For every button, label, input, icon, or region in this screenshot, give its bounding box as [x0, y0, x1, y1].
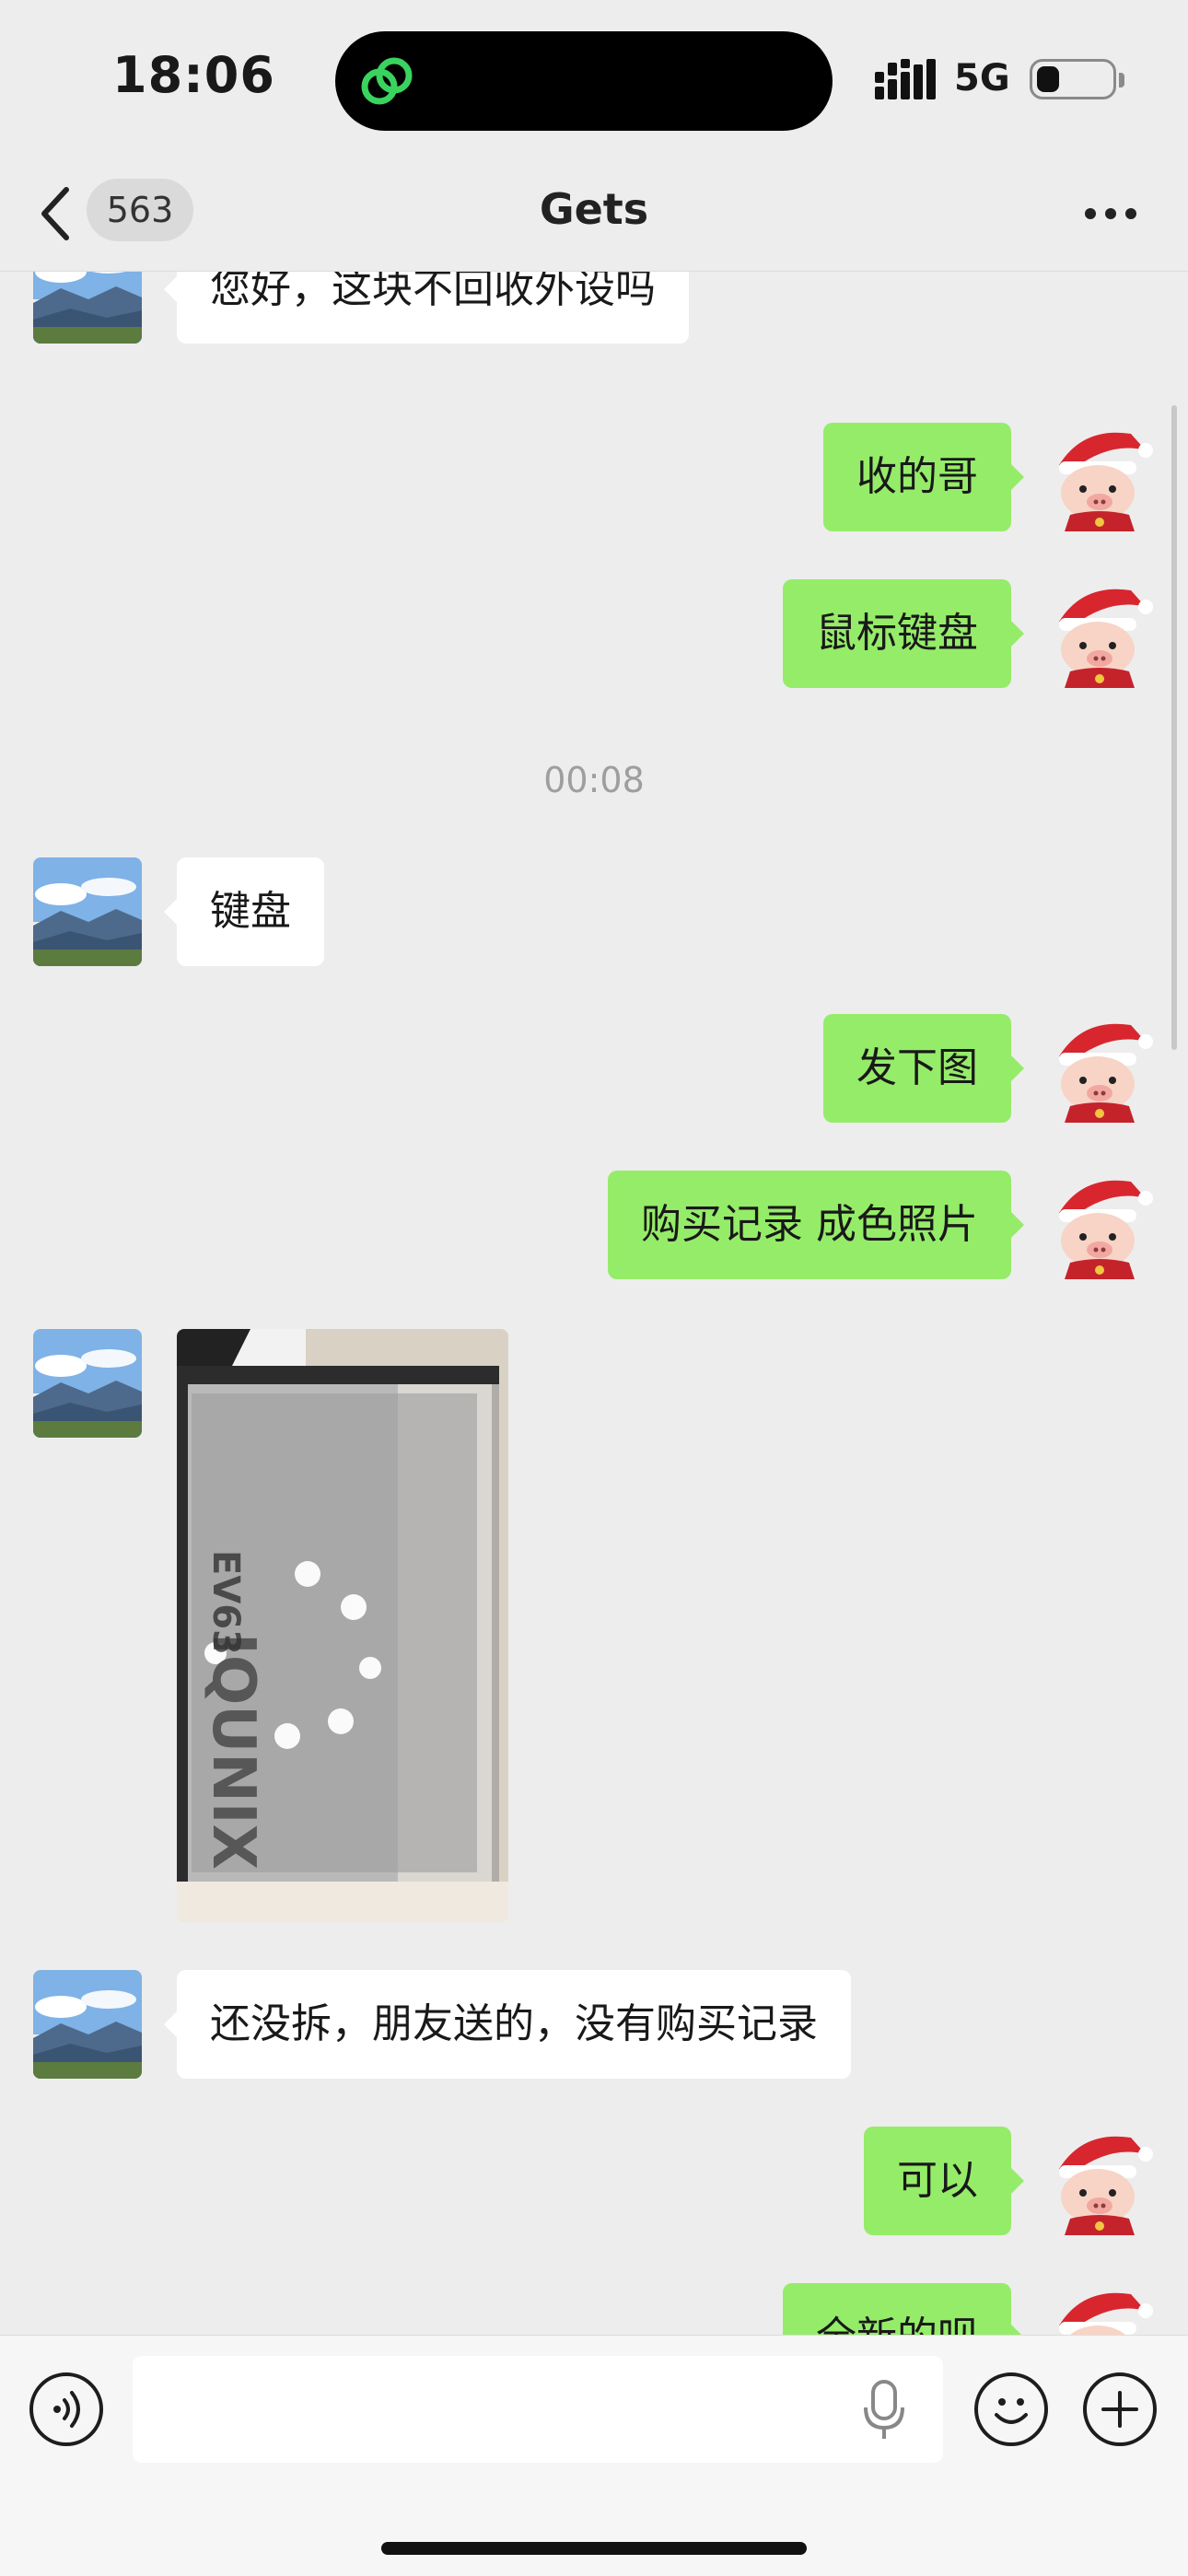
- photo-brand-text: IQUNIX: [199, 1633, 267, 1870]
- emoji-icon[interactable]: [974, 2372, 1048, 2446]
- contact-avatar[interactable]: [33, 1329, 142, 1438]
- status-bar: 18:06 5G: [0, 0, 1188, 157]
- message-row: 可以: [0, 2127, 1188, 2235]
- message-bubble[interactable]: 发下图: [823, 1014, 1024, 1123]
- message-bubble[interactable]: 还没拆，朋友送的，没有购买记录: [164, 1970, 851, 2079]
- message-bubble[interactable]: 收的哥: [823, 423, 1024, 531]
- my-avatar[interactable]: [1046, 1171, 1155, 1279]
- message-row: 收的哥: [0, 423, 1188, 531]
- message-row: 键盘: [0, 857, 1188, 966]
- input-bar: [0, 2335, 1188, 2576]
- plus-icon[interactable]: [1083, 2372, 1157, 2446]
- chat-title: Gets: [539, 184, 649, 234]
- battery-icon: [1030, 59, 1124, 99]
- message-bubble[interactable]: 全新的呗: [783, 2283, 1024, 2335]
- my-avatar[interactable]: [1046, 423, 1155, 531]
- message-timestamp: 00:08: [543, 760, 645, 800]
- message-bubble[interactable]: 可以: [864, 2127, 1024, 2235]
- message-row: 发下图: [0, 1014, 1188, 1123]
- message-row: 购买记录 成色照片: [0, 1171, 1188, 1279]
- message-input[interactable]: [133, 2356, 943, 2463]
- message-row: 全新的呗: [0, 2283, 1188, 2335]
- more-dots-icon[interactable]: [1085, 208, 1136, 221]
- contact-avatar[interactable]: [33, 857, 142, 966]
- contact-avatar[interactable]: [33, 272, 142, 344]
- photo-model-text: EV63: [204, 1550, 247, 1655]
- home-indicator[interactable]: [381, 2542, 807, 2555]
- wechat-link-icon: [361, 57, 413, 105]
- network-type: 5G: [954, 57, 1010, 99]
- contact-avatar[interactable]: [33, 1970, 142, 2079]
- my-avatar[interactable]: [1046, 579, 1155, 688]
- status-time: 18:06: [112, 46, 275, 104]
- message-bubble[interactable]: 键盘: [164, 857, 324, 966]
- dynamic-island: [335, 31, 833, 131]
- image-message[interactable]: IQUNIX EV63: [177, 1329, 508, 1922]
- message-bubble[interactable]: 您好，这块不回收外设吗: [164, 272, 689, 344]
- message-row: 鼠标键盘: [0, 579, 1188, 688]
- message-row: 您好，这块不回收外设吗: [0, 272, 1188, 344]
- signal-icon: [875, 59, 936, 99]
- my-avatar[interactable]: [1046, 2127, 1155, 2235]
- my-avatar[interactable]: [1046, 2283, 1155, 2335]
- voice-icon[interactable]: [29, 2372, 103, 2446]
- my-avatar[interactable]: [1046, 1014, 1155, 1123]
- message-bubble[interactable]: 鼠标键盘: [783, 579, 1024, 688]
- message-row: 还没拆，朋友送的，没有购买记录: [0, 1970, 1188, 2079]
- chat-header: 563 Gets: [0, 157, 1188, 272]
- message-row: IQUNIX EV63: [0, 1329, 1188, 1922]
- microphone-icon[interactable]: [858, 2378, 910, 2442]
- message-list[interactable]: 您好，这块不回收外设吗 收的哥 鼠标键盘 00:08 键盘 发下图 购买记录 成…: [0, 272, 1188, 2335]
- keyboard-box-photo: IQUNIX EV63: [177, 1329, 508, 1922]
- message-bubble[interactable]: 购买记录 成色照片: [608, 1171, 1024, 1279]
